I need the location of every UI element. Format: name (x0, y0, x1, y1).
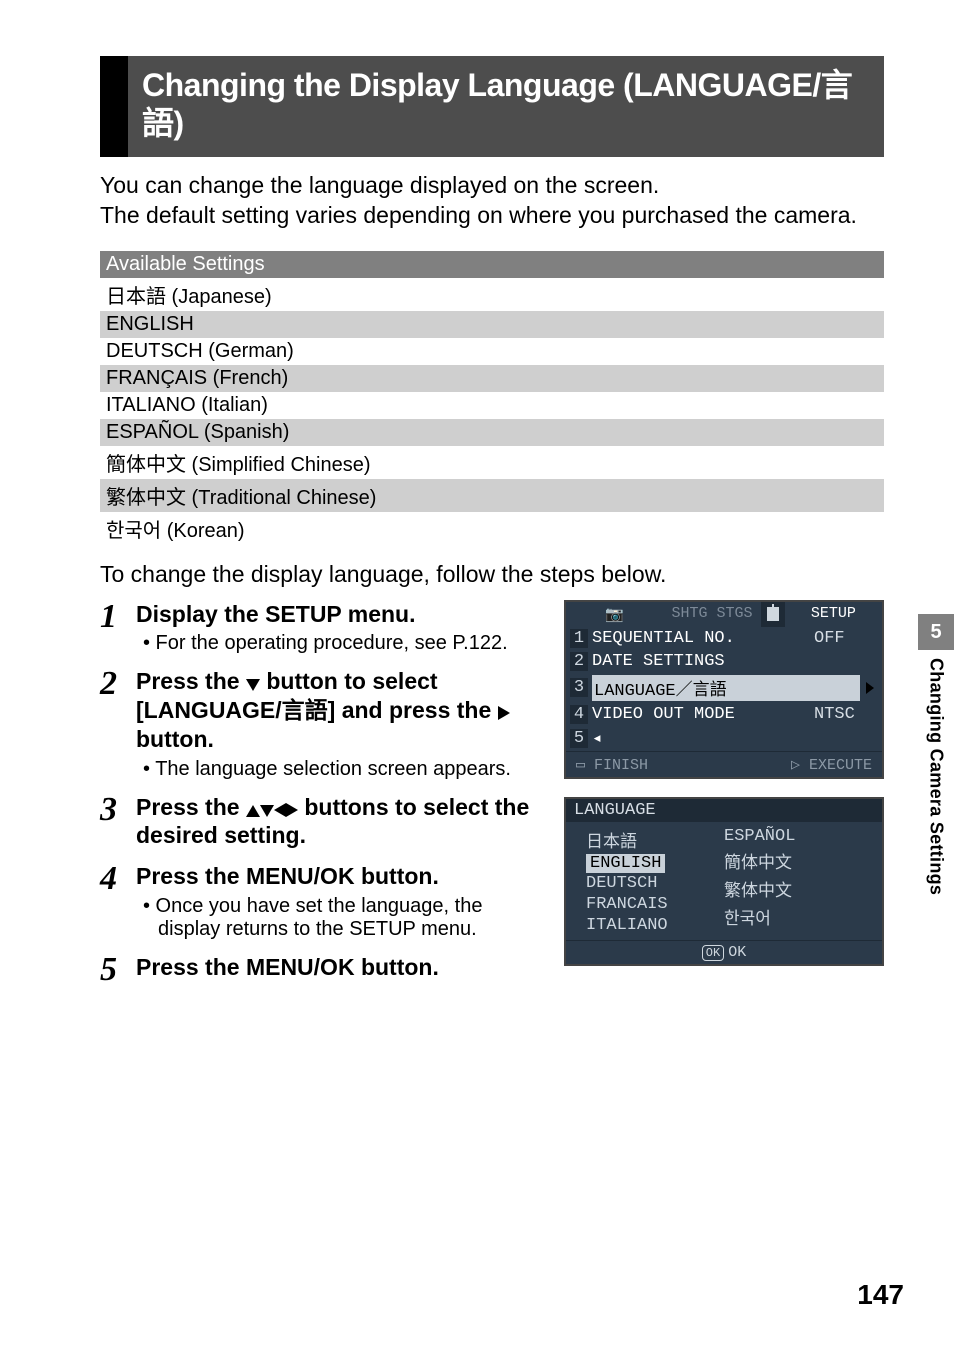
steps-lead: To change the display language, follow t… (100, 561, 884, 588)
right-arrow-icon (286, 803, 298, 817)
lcd-row: 2DATE SETTINGS (566, 650, 882, 673)
available-settings-table: Available Settings 日本語 (Japanese) ENGLIS… (100, 251, 884, 545)
lcd-idx: 3 (570, 678, 588, 697)
right-arrow-icon (498, 706, 510, 720)
step-3: 3 Press the buttons to select the desire… (100, 793, 548, 851)
steps-column: 1 Display the SETUP menu. • For the oper… (100, 600, 548, 999)
step-number: 1 (100, 600, 136, 656)
lcd2-header: LANGUAGE (566, 799, 882, 822)
lcd-tab-tool-icon (761, 602, 785, 627)
lcd-value: NTSC (814, 705, 874, 724)
lang-option-selected: ENGLISH (586, 854, 665, 873)
lcd-label: SEQUENTIAL NO. (592, 629, 814, 648)
screenshots-column: 📷 SHTG STGS SETUP 1SEQUENTIAL NO.OFF 2DA… (564, 600, 884, 999)
chapter-label: Changing Camera Settings (926, 658, 947, 895)
lcd-label: DATE SETTINGS (592, 652, 814, 671)
language-menu-screenshot: LANGUAGE 日本語 ENGLISH DEUTSCH FRANCAIS IT… (564, 797, 884, 966)
lcd-value: OFF (814, 629, 874, 648)
lcd-idx: 5 (570, 729, 588, 748)
lcd-tab-setup: SETUP (785, 602, 882, 627)
settings-row: 簡体中文 (Simplified Chinese) (100, 446, 884, 479)
up-arrow-icon (246, 805, 260, 817)
page-number: 147 (857, 1279, 904, 1311)
lang-option: 繁体中文 (724, 875, 862, 903)
ok-badge-icon: OK (702, 945, 724, 961)
title-accent-bar (100, 56, 128, 157)
step-1: 1 Display the SETUP menu. • For the oper… (100, 600, 548, 656)
step-text: Press the (136, 794, 246, 820)
lang-option (724, 931, 862, 933)
hammer-icon (767, 607, 779, 621)
manual-page: Changing the Display Language (LANGUAGE/… (0, 0, 954, 1351)
lcd-label: ◂ (592, 728, 874, 749)
step-title: Press the MENU/OK button. (136, 862, 548, 891)
lcd-row: 1SEQUENTIAL NO.OFF (566, 627, 882, 650)
settings-row: ITALIANO (Italian) (100, 392, 884, 419)
content-columns: 1 Display the SETUP menu. • For the oper… (100, 600, 884, 999)
down-arrow-icon (246, 679, 260, 691)
lcd-idx: 4 (570, 705, 588, 724)
step-title: Press the MENU/OK button. (136, 953, 548, 982)
lang-option: 日本語 (586, 826, 724, 854)
lang-option: FRANCAIS (586, 894, 724, 915)
lang-option: 한국어 (724, 903, 862, 931)
lang-option: 簡体中文 (724, 847, 862, 875)
settings-row: DEUTSCH (German) (100, 338, 884, 365)
lcd2-grid: 日本語 ENGLISH DEUTSCH FRANCAIS ITALIANO ES… (566, 822, 882, 940)
step-2: 2 Press the button to select [LANGUAGE/言… (100, 667, 548, 780)
settings-row: FRANÇAIS (French) (100, 365, 884, 392)
lcd-tab-camera-icon: 📷 (566, 602, 663, 627)
step-number: 4 (100, 862, 136, 941)
lang-option: ESPAÑOL (724, 826, 862, 847)
lang-option: DEUTSCH (586, 873, 724, 894)
step-sub: • Once you have set the language, the di… (136, 895, 548, 941)
lcd-row: 5◂ (566, 726, 882, 751)
step-title: Display the SETUP menu. (136, 600, 548, 629)
lcd-tabs: 📷 SHTG STGS SETUP (566, 602, 882, 627)
settings-row: 繁体中文 (Traditional Chinese) (100, 479, 884, 512)
section-title: Changing the Display Language (LANGUAGE/… (128, 56, 884, 157)
step-number: 2 (100, 667, 136, 780)
side-chapter-tab: 5 Changing Camera Settings (918, 614, 954, 895)
settings-row: ESPAÑOL (Spanish) (100, 419, 884, 446)
lcd-row: 4VIDEO OUT MODENTSC (566, 703, 882, 726)
step-text: button. (136, 726, 214, 752)
intro-line-1: You can change the language displayed on… (100, 172, 659, 198)
down-arrow-icon (260, 805, 274, 817)
step-text: Press the (136, 668, 246, 694)
lcd-idx: 1 (570, 629, 588, 648)
settings-row: 日本語 (Japanese) (100, 278, 884, 311)
section-title-wrap: Changing the Display Language (LANGUAGE/… (100, 56, 884, 157)
lang-col-1: 日本語 ENGLISH DEUTSCH FRANCAIS ITALIANO (586, 826, 724, 936)
settings-row: ENGLISH (100, 311, 884, 338)
lcd-label: VIDEO OUT MODE (592, 705, 814, 724)
step-sub: • For the operating procedure, see P.122… (136, 632, 548, 655)
lcd-footer-left: ▭ FINISH (576, 755, 648, 774)
step-4: 4 Press the MENU/OK button. • Once you h… (100, 862, 548, 941)
settings-header: Available Settings (100, 251, 884, 278)
right-triangle-icon (866, 682, 874, 694)
lcd-footer: ▭ FINISH ▷ EXECUTE (566, 751, 882, 777)
step-title: Press the buttons to select the desired … (136, 793, 548, 851)
step-number: 5 (100, 953, 136, 987)
intro-text: You can change the language displayed on… (100, 171, 884, 231)
lcd-footer-right: ▷ EXECUTE (791, 755, 872, 774)
lcd-tab-shtg: SHTG STGS (663, 602, 760, 627)
step-number: 3 (100, 793, 136, 851)
chapter-number: 5 (918, 614, 954, 650)
lang-col-2: ESPAÑOL 簡体中文 繁体中文 한국어 (724, 826, 862, 936)
settings-row: 한국어 (Korean) (100, 512, 884, 545)
lang-option: ITALIANO (586, 915, 724, 936)
lcd-row-selected: 3LANGUAGE／言語 (566, 673, 882, 703)
step-5: 5 Press the MENU/OK button. (100, 953, 548, 987)
intro-line-2: The default setting varies depending on … (100, 202, 857, 228)
lcd-label: LANGUAGE／言語 (592, 675, 860, 701)
lcd2-footer: OKOK (566, 940, 882, 964)
step-sub: • The language selection screen appears. (136, 758, 548, 781)
setup-menu-screenshot: 📷 SHTG STGS SETUP 1SEQUENTIAL NO.OFF 2DA… (564, 600, 884, 779)
lcd-idx: 2 (570, 652, 588, 671)
step-title: Press the button to select [LANGUAGE/言語]… (136, 667, 548, 753)
left-arrow-icon (274, 803, 286, 817)
